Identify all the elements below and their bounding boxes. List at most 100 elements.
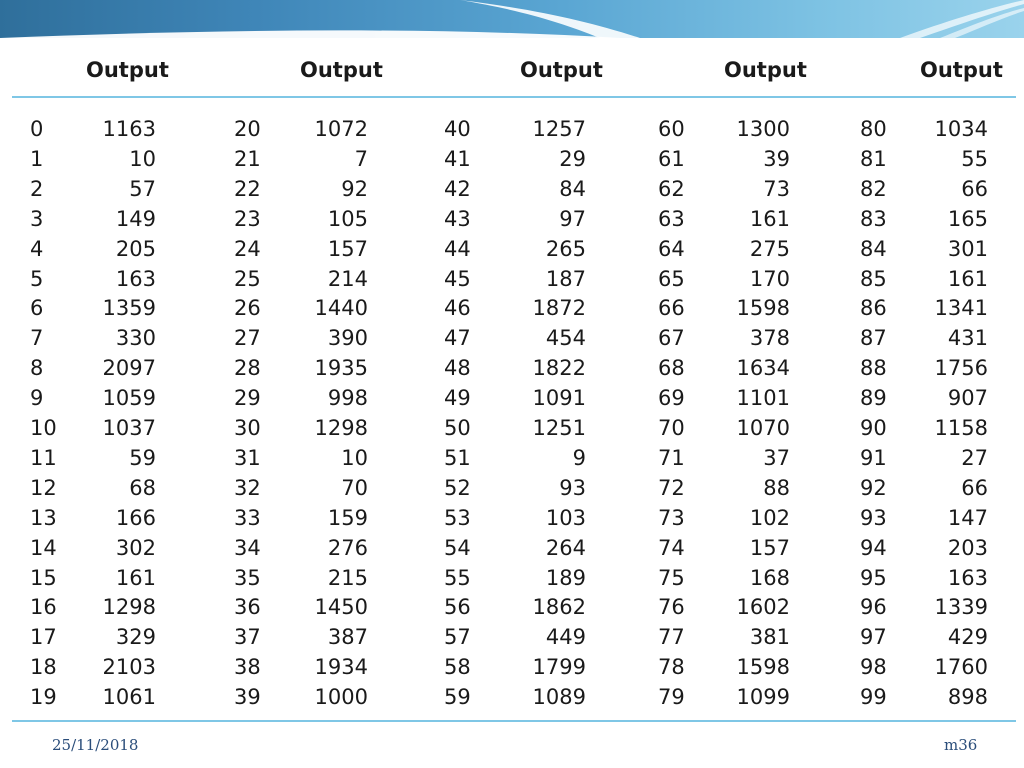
output-value: 84 [559, 176, 586, 201]
output-value: 1598 [736, 655, 790, 680]
row-index: 18 [30, 655, 57, 680]
output-value: 165 [947, 206, 988, 231]
row-index: 40 [444, 117, 471, 141]
output-value: 102 [749, 505, 790, 530]
row-index: 95 [860, 565, 887, 590]
row-index: 67 [658, 326, 685, 351]
output-value: 70 [341, 475, 368, 500]
row-index: 36 [234, 595, 261, 620]
column-header-output: Output [724, 58, 807, 82]
output-value: 454 [545, 326, 586, 351]
output-value: 264 [545, 535, 586, 560]
row-index: 11 [30, 445, 57, 470]
output-value: 105 [327, 206, 368, 231]
output-value: 88 [763, 475, 790, 500]
table-row: 4 205 24 157 44 265 64 275 84 301 [12, 234, 1016, 264]
output-value: 1072 [314, 117, 368, 141]
row-index: 62 [658, 176, 685, 201]
output-value: 381 [749, 625, 790, 650]
row-index: 20 [234, 117, 261, 141]
row-index: 48 [444, 356, 471, 381]
row-index: 26 [234, 296, 261, 321]
row-index: 83 [860, 206, 887, 231]
row-index: 87 [860, 326, 887, 351]
output-value: 189 [545, 565, 586, 590]
output-value: 1799 [532, 655, 586, 680]
output-value: 170 [749, 266, 790, 291]
output-value: 163 [947, 565, 988, 590]
row-index: 96 [860, 595, 887, 620]
output-value: 166 [115, 505, 156, 530]
column-header-output: Output [86, 58, 169, 82]
table-header-row: Output Output Output Output Output [12, 48, 1016, 96]
output-value: 161 [115, 565, 156, 590]
column-header-output: Output [300, 58, 383, 82]
output-value: 1300 [736, 117, 790, 141]
row-index: 35 [234, 565, 261, 590]
column-header-output: Output [520, 58, 603, 82]
output-value: 1101 [736, 386, 790, 411]
row-index: 85 [860, 266, 887, 291]
output-value: 1872 [532, 296, 586, 321]
output-value: 1450 [314, 595, 368, 620]
header-divider [12, 96, 1016, 98]
output-value: 187 [545, 266, 586, 291]
table-row: 16 1298 36 1450 56 1862 76 1602 96 1339 [12, 592, 1016, 622]
row-index: 9 [30, 386, 44, 411]
output-value: 68 [129, 475, 156, 500]
table-bottom-divider [12, 720, 1016, 722]
output-value: 159 [327, 505, 368, 530]
output-value: 431 [947, 326, 988, 351]
output-value: 55 [961, 146, 988, 171]
output-value: 66 [961, 176, 988, 201]
output-value: 1602 [736, 595, 790, 620]
table-row: 13 166 33 159 53 103 73 102 93 147 [12, 503, 1016, 533]
row-index: 89 [860, 386, 887, 411]
row-index: 24 [234, 236, 261, 261]
output-value: 1760 [934, 655, 988, 680]
output-value: 378 [749, 326, 790, 351]
output-value: 161 [947, 266, 988, 291]
output-value: 2097 [102, 356, 156, 381]
output-value: 93 [559, 475, 586, 500]
row-index: 54 [444, 535, 471, 560]
row-index: 29 [234, 386, 261, 411]
output-value: 39 [763, 146, 790, 171]
row-index: 66 [658, 296, 685, 321]
row-index: 16 [30, 595, 57, 620]
row-index: 8 [30, 356, 44, 381]
output-value: 161 [749, 206, 790, 231]
table-row: 6 1359 26 1440 46 1872 66 1598 86 1341 [12, 293, 1016, 323]
row-index: 27 [234, 326, 261, 351]
row-index: 21 [234, 146, 261, 171]
output-value: 205 [115, 236, 156, 261]
output-value: 387 [327, 625, 368, 650]
output-value: 157 [749, 535, 790, 560]
output-value: 907 [947, 386, 988, 411]
row-index: 58 [444, 655, 471, 680]
table-row: 5 163 25 214 45 187 65 170 85 161 [12, 264, 1016, 294]
row-index: 55 [444, 565, 471, 590]
table-row: 12 68 32 70 52 93 72 88 92 66 [12, 473, 1016, 503]
row-index: 13 [30, 505, 57, 530]
row-index: 98 [860, 655, 887, 680]
output-value: 168 [749, 565, 790, 590]
row-index: 82 [860, 176, 887, 201]
output-value: 429 [947, 625, 988, 650]
table-row: 3 149 23 105 43 97 63 161 83 165 [12, 204, 1016, 234]
row-index: 15 [30, 565, 57, 590]
output-value: 10 [341, 445, 368, 470]
row-index: 88 [860, 356, 887, 381]
row-index: 39 [234, 685, 261, 710]
row-index: 59 [444, 685, 471, 710]
output-value: 7 [354, 146, 368, 171]
table-row: 9 1059 29 998 49 1091 69 1101 89 907 [12, 383, 1016, 413]
output-value: 302 [115, 535, 156, 560]
output-value: 449 [545, 625, 586, 650]
output-value: 149 [115, 206, 156, 231]
row-index: 81 [860, 146, 887, 171]
output-value: 1163 [102, 117, 156, 141]
row-index: 78 [658, 655, 685, 680]
row-index: 68 [658, 356, 685, 381]
output-value: 1034 [934, 117, 988, 141]
